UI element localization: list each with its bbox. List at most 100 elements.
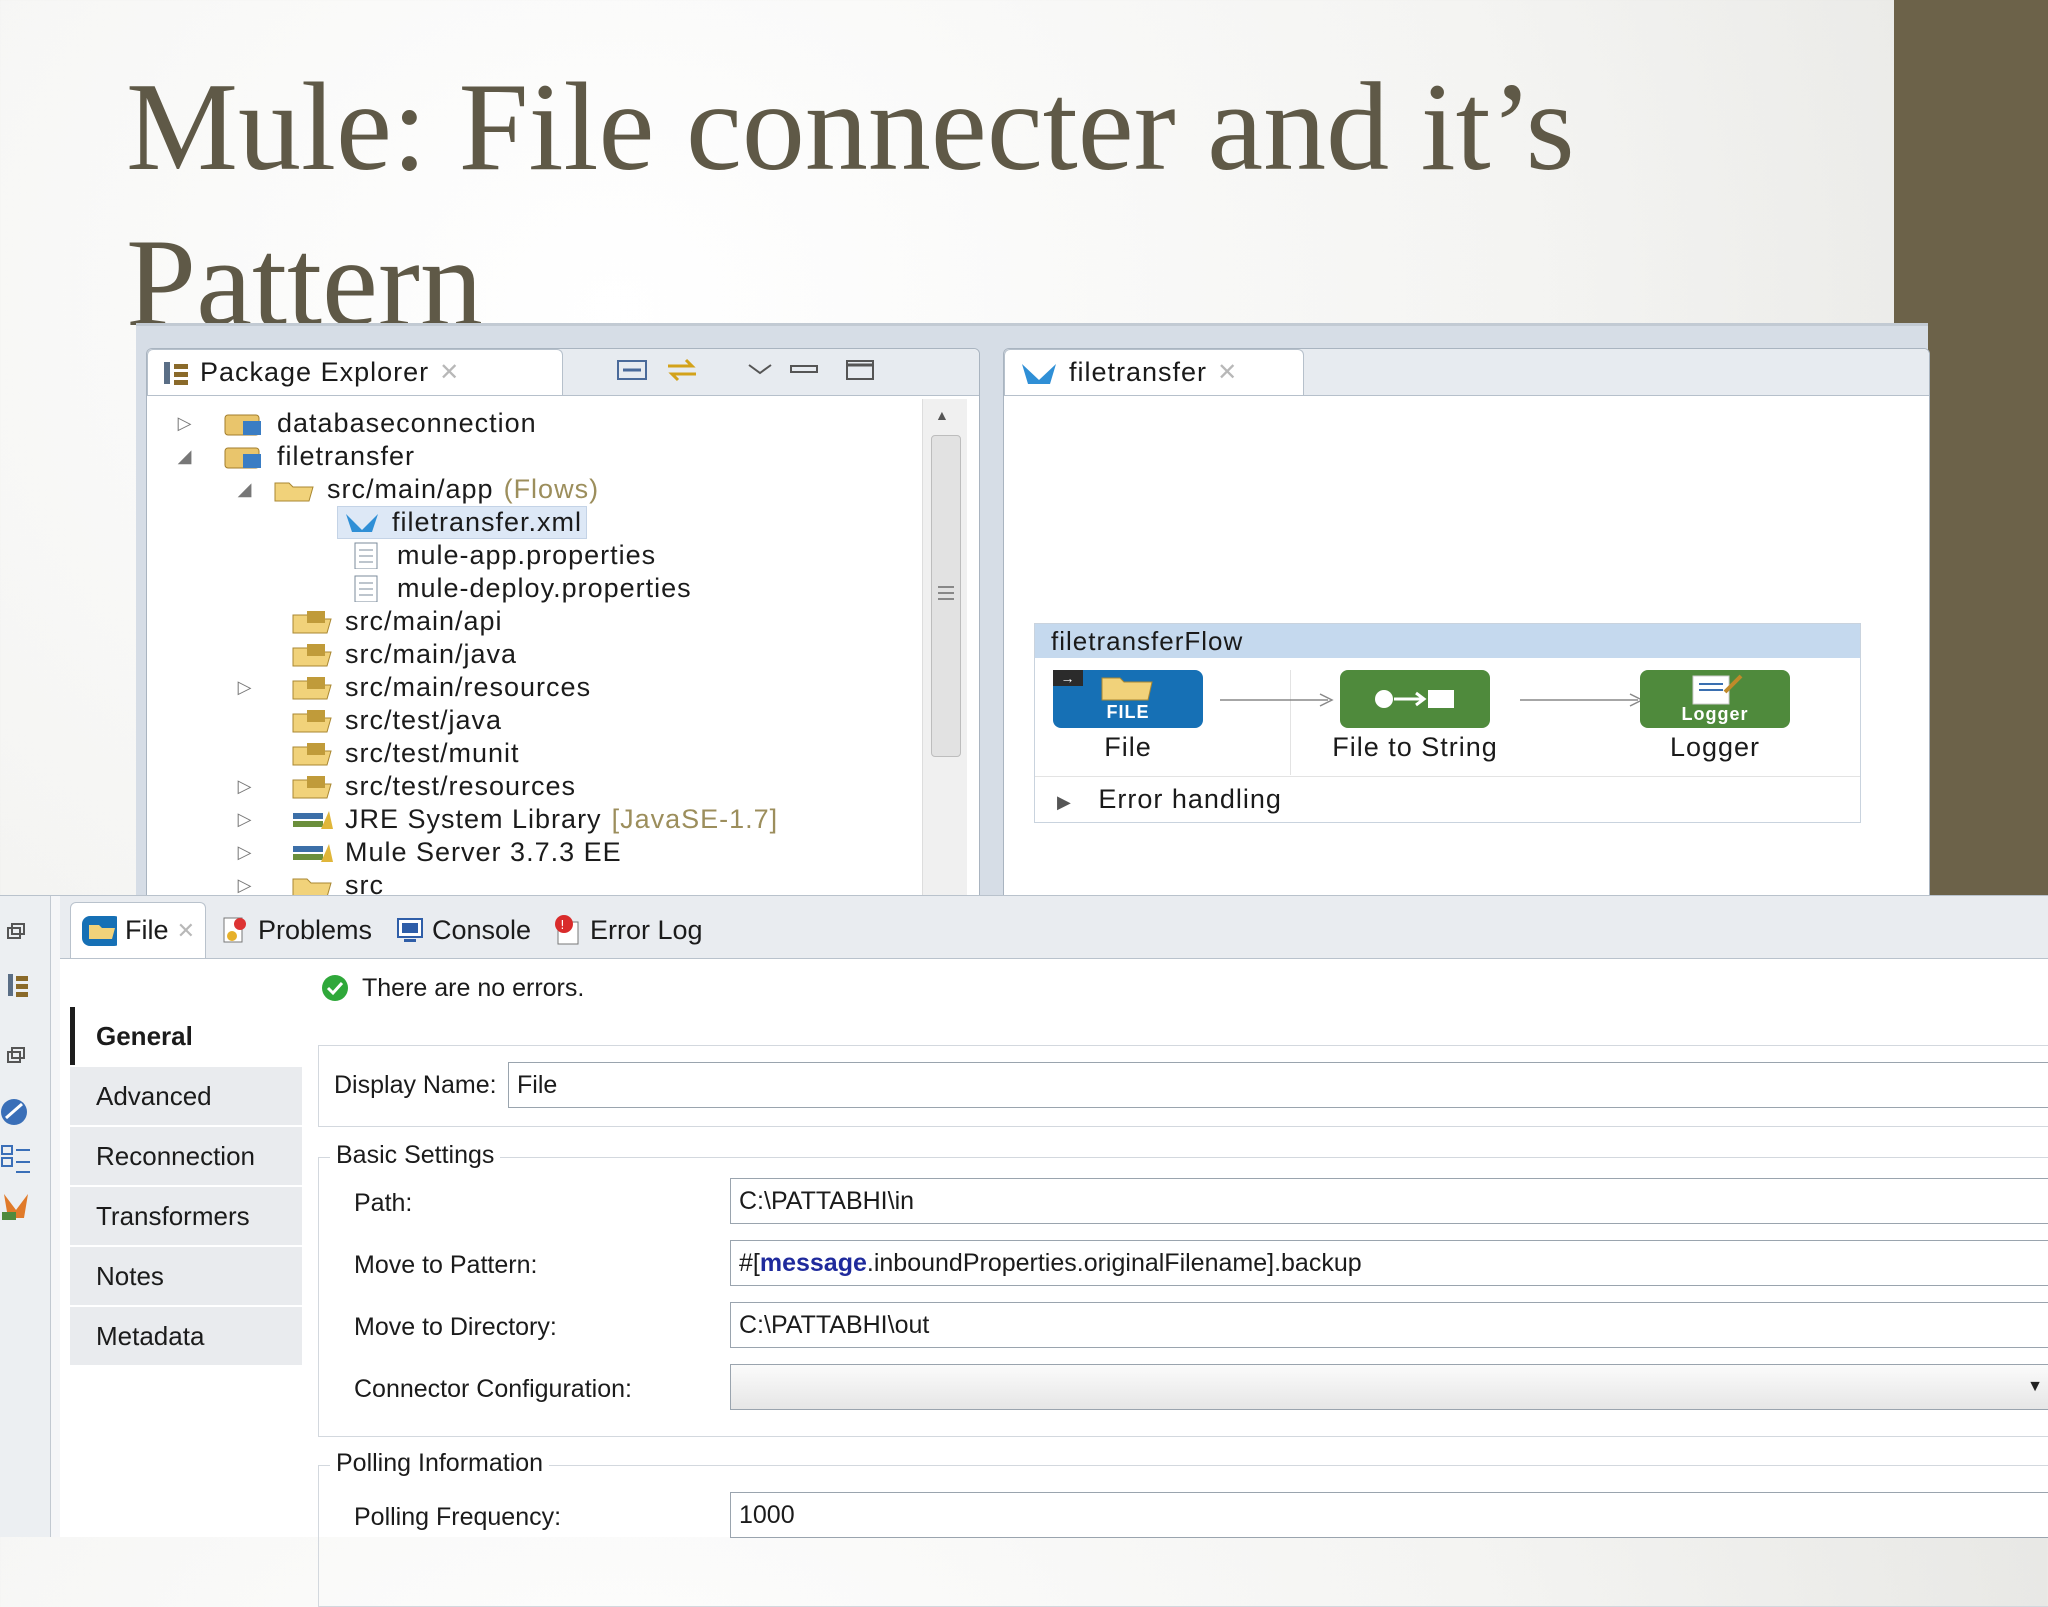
expression-rest: .inboundProperties.originalFilename].bac… [866,1249,1362,1277]
connector-config-select[interactable]: ▼ [730,1364,2048,1410]
nav-metadata[interactable]: Metadata [70,1307,302,1365]
view-menu-icon[interactable] [743,357,777,383]
package-explorer-icon[interactable] [6,972,30,998]
expand-arrow-icon[interactable]: ▷ [235,809,255,830]
expand-arrow-icon[interactable]: ▷ [235,776,255,797]
tree-item-jre-system-library[interactable]: ▷ JRE System Library [JavaSE-1.7] [238,803,778,835]
mule-munit-icon[interactable] [0,1190,32,1222]
nav-general[interactable]: General [70,1007,302,1065]
svg-text:!: ! [560,918,565,932]
flow-editor-panel: filetransfer ✕ filetransferFlow → FILE F… [1003,348,1930,910]
close-icon[interactable]: ✕ [1217,358,1238,387]
properties-tabbar: File ✕ Problems Console ! Error Log [60,896,2048,959]
tab-problems-label: Problems [258,914,373,945]
minimize-icon[interactable] [787,357,821,383]
package-folder-icon [292,644,332,667]
tree-item-src-main-api[interactable]: src/main/api [291,605,503,637]
tab-error-log[interactable]: ! Error Log [552,902,703,958]
nav-advanced[interactable]: Advanced [70,1067,302,1125]
tree-item-label: src/test/munit [345,737,520,768]
nav-transformers[interactable]: Transformers [70,1187,302,1245]
collapse-arrow-icon[interactable]: ◢ [175,446,195,467]
file-node[interactable]: → FILE File [1053,670,1203,763]
logger-badge: Logger [1681,704,1749,724]
general-form: Display Name: File Basic Settings Path: … [318,1045,2048,1607]
tab-problems[interactable]: Problems [220,902,372,958]
tree-item-mule-server[interactable]: ▷ Mule Server 3.7.3 EE [238,836,622,868]
properties-view: File ✕ Problems Console ! Error Log Ther… [0,895,2048,1607]
tab-error-log-label: Error Log [590,914,703,945]
transformer-arrow-icon [1375,690,1454,708]
collapse-arrow-icon[interactable]: ◢ [235,479,255,500]
close-icon[interactable]: ✕ [177,918,195,944]
file-node-label: File [1104,732,1152,762]
file-to-string-label: File to String [1332,732,1498,762]
library-icon [293,811,333,829]
tree-item-label: src/test/java [345,704,503,735]
tree-item-databaseconnection[interactable]: ▷ databaseconnection [178,407,537,439]
scrollbar-thumb[interactable] [931,435,961,757]
tree-item-label: JRE System Library [345,803,602,834]
restore-icon[interactable] [6,1046,26,1066]
logger-document-icon [1692,674,1743,705]
mule-flow-icon [346,514,378,532]
polling-frequency-input[interactable]: 1000 [730,1492,2048,1538]
expand-arrow-icon[interactable]: ▷ [235,842,255,863]
tree-item-mule-app-properties[interactable]: mule-app.properties [351,539,656,571]
tree-item-label: databaseconnection [277,407,537,438]
flow-container[interactable]: filetransferFlow → FILE File File to Str… [1034,623,1861,823]
package-explorer-scrollbar[interactable]: ▲ [922,399,967,909]
tab-file-label: File [125,915,169,945]
package-folder-icon [292,776,332,799]
tree-item-src-main-java[interactable]: src/main/java [291,638,517,670]
link-with-editor-icon[interactable] [665,357,699,383]
expand-arrow-icon[interactable]: ▷ [235,677,255,698]
expand-arrow-icon[interactable]: ▷ [235,875,255,896]
tree-item-src-test-java[interactable]: src/test/java [291,704,502,736]
tree-item-filetransfer-xml[interactable]: filetransfer.xml [337,505,588,539]
close-icon[interactable]: ✕ [439,358,460,387]
file-to-string-node[interactable]: File to String [1305,670,1525,763]
tree-item-label: src/main/api [345,605,503,636]
node-divider [1290,670,1291,775]
path-input[interactable]: C:\PATTABHI\in [730,1178,2048,1224]
file-badge: FILE [1106,702,1150,722]
file-connector-icon [82,915,118,946]
maximize-icon[interactable] [843,357,877,383]
tree-item-mule-deploy-properties[interactable]: mule-deploy.properties [351,572,692,604]
tree-item-suffix: (Flows) [503,473,600,504]
error-handling-row[interactable]: ▶ Error handling [1057,784,1282,815]
tree-item-src-main-resources[interactable]: ▷ src/main/resources [238,671,591,703]
restore-icon[interactable] [6,922,26,942]
collapse-all-icon[interactable] [615,357,649,383]
tree-item-label: src/main/app [327,473,494,504]
problems-icon [223,917,246,943]
tree-item-src-test-resources[interactable]: ▷ src/test/resources [238,770,576,802]
expand-arrow-icon[interactable]: ▷ [175,413,195,434]
display-name-input[interactable]: File [508,1062,2048,1108]
tab-file[interactable]: File ✕ [70,902,206,958]
logger-node[interactable]: Logger Logger [1640,670,1790,763]
library-icon [293,844,333,862]
tree-item-src-test-munit[interactable]: src/test/munit [291,737,520,769]
tree-item-label: src/main/java [345,638,518,669]
scroll-up-icon[interactable]: ▲ [935,407,949,423]
expand-arrow-icon[interactable]: ▶ [1057,792,1072,812]
nav-reconnection[interactable]: Reconnection [70,1127,302,1185]
tree-item-filetransfer[interactable]: ◢ filetransfer [178,440,415,472]
tab-console[interactable]: Console [396,902,531,958]
tab-filetransfer[interactable]: filetransfer ✕ [1004,349,1304,395]
package-explorer-icon [164,361,188,385]
basic-settings-legend: Basic Settings [330,1141,501,1170]
tree-item-src-main-app[interactable]: ◢ src/main/app (Flows) [238,473,600,505]
nav-notes[interactable]: Notes [70,1247,302,1305]
move-to-pattern-input[interactable]: #[message.inboundProperties.originalFile… [730,1240,2048,1286]
polling-legend: Polling Information [330,1449,550,1478]
move-to-pattern-label: Move to Pattern: [354,1251,538,1279]
move-to-directory-input[interactable]: C:\PATTABHI\out [730,1302,2048,1348]
package-folder-icon [292,710,332,733]
tab-package-explorer[interactable]: Package Explorer ✕ [147,349,563,395]
palette-icon[interactable] [0,1096,32,1128]
selected-item-highlight: filetransfer.xml [337,505,588,539]
outline-icon[interactable] [0,1144,32,1176]
